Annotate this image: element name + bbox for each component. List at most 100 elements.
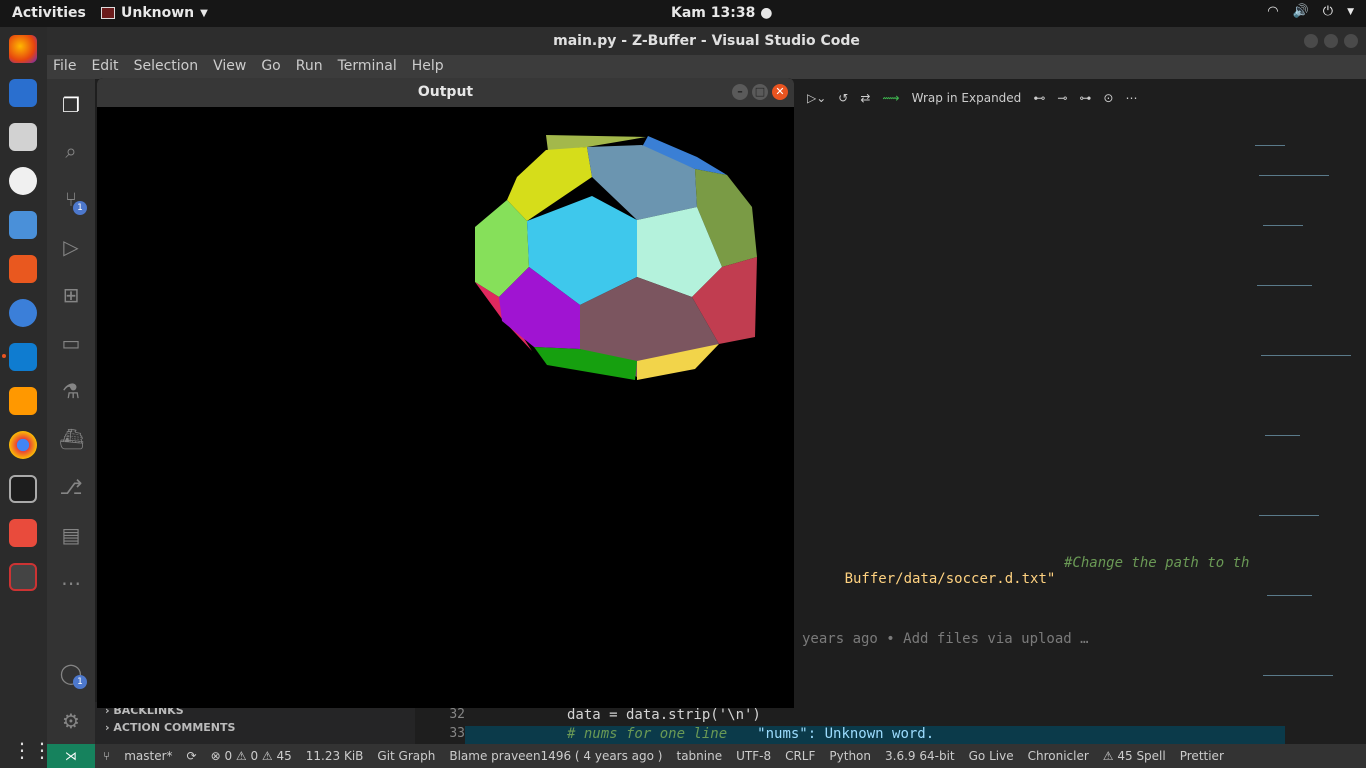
power-icon[interactable]: ⏻ — [1323, 4, 1333, 19]
interpreter-status[interactable]: 3.6.9 64-bit — [885, 749, 955, 763]
app-icon — [101, 7, 115, 19]
minimap-line — [1257, 285, 1312, 286]
wrap-in-expanded-button[interactable]: Wrap in Expanded — [912, 91, 1022, 105]
settings-tool-icon[interactable] — [9, 519, 37, 547]
docker-icon[interactable]: ⛴ — [59, 427, 84, 451]
git-graph-button[interactable]: Git Graph — [377, 749, 435, 763]
ubuntu-dock: ⋮⋮⋮ — [0, 27, 72, 768]
menu-help[interactable]: Help — [412, 55, 451, 79]
remote-explorer-icon[interactable]: ▭ — [59, 331, 83, 355]
testing-icon[interactable]: ⚗ — [59, 379, 83, 403]
more-icon[interactable]: ⋯ — [59, 571, 83, 595]
tabnine-status[interactable]: tabnine — [677, 749, 723, 763]
libreoffice-writer-icon[interactable] — [9, 211, 37, 239]
search-icon[interactable]: ⌕ — [59, 139, 83, 163]
eol-status[interactable]: CRLF — [785, 749, 815, 763]
code-line-path: Buffer/data/soccer.d.txt" — [794, 555, 1056, 603]
sublime-icon[interactable] — [9, 387, 37, 415]
minimap-line — [1259, 175, 1329, 176]
window-title: main.py - Z-Buffer - Visual Studio Code — [553, 33, 860, 49]
window-controls — [1304, 34, 1358, 48]
minimize-button[interactable] — [1304, 34, 1318, 48]
line-number-gutter: 32 33 — [415, 707, 465, 745]
chevron-down-icon: ▼ — [200, 7, 208, 19]
blame-status[interactable]: Blame praveen1496 ( 4 years ago ) — [449, 749, 662, 763]
encoding-status[interactable]: UTF-8 — [736, 749, 771, 763]
output-maximize-button[interactable]: □ — [752, 84, 768, 100]
output-window-icon[interactable] — [9, 563, 37, 591]
chronicler-button[interactable]: Chronicler — [1028, 749, 1089, 763]
output-minimize-button[interactable]: – — [732, 84, 748, 100]
file-size: 11.23 KiB — [305, 749, 364, 763]
minimap-line — [1259, 515, 1319, 516]
notes-icon[interactable]: ▤ — [59, 523, 83, 547]
wifi-icon[interactable]: ◠ — [1267, 4, 1278, 19]
rhythmbox-icon[interactable] — [9, 167, 37, 195]
vscode-icon[interactable] — [9, 343, 37, 371]
thunderbird-icon[interactable] — [9, 79, 37, 107]
inline-blame: years ago • Add files via upload … — [802, 631, 1089, 647]
chevron-down-icon[interactable]: ▼ — [1347, 7, 1354, 17]
go-live-button[interactable]: Go Live — [969, 749, 1014, 763]
run-file-icon[interactable]: ▷⌄ — [807, 91, 826, 105]
maximize-button[interactable] — [1324, 34, 1338, 48]
volume-icon[interactable]: 🔊 — [1293, 4, 1309, 19]
history-icon[interactable]: ↺ — [838, 91, 848, 105]
activities-button[interactable]: Activities — [12, 5, 86, 21]
minimap-line — [1255, 145, 1285, 146]
menu-go[interactable]: Go — [261, 55, 287, 79]
action-comments-label: ACTION COMMENTS — [113, 721, 236, 734]
chrome-icon[interactable] — [9, 431, 37, 459]
wrap-icon[interactable]: ⟿ — [882, 91, 899, 105]
action-comments-section[interactable]: › ACTION COMMENTS — [95, 719, 415, 736]
spell-status[interactable]: ⚠ 45 Spell — [1103, 749, 1166, 763]
more-actions-icon[interactable]: ⋯ — [1125, 91, 1137, 105]
help-icon[interactable] — [9, 299, 37, 327]
system-tray[interactable]: ◠ 🔊 ⏻ ▼ — [1267, 4, 1354, 19]
problems-status[interactable]: ⊗ 0 ⚠ 0 ⚠ 45 — [211, 749, 292, 763]
compare-icon[interactable]: ⇄ — [860, 91, 870, 105]
menu-selection[interactable]: Selection — [134, 55, 206, 79]
code-lines[interactable]: data = data.strip('\n') # nums for one l… — [465, 707, 1285, 745]
commit-icon[interactable]: ⊸ — [1057, 91, 1067, 105]
extensions-icon[interactable]: ⊞ — [59, 283, 83, 307]
accounts-badge: 1 — [73, 675, 87, 689]
terminal-icon[interactable] — [9, 475, 37, 503]
menu-edit[interactable]: Edit — [91, 55, 125, 79]
software-center-icon[interactable] — [9, 255, 37, 283]
prettier-status[interactable]: Prettier — [1180, 749, 1224, 763]
line-number: 32 — [449, 707, 465, 722]
commit-prev-icon[interactable]: ⊷ — [1033, 91, 1045, 105]
explorer-icon[interactable]: ❐ — [59, 93, 83, 117]
run-debug-icon[interactable]: ▷ — [59, 235, 83, 259]
menu-file[interactable]: File — [53, 55, 83, 79]
manage-gear-icon[interactable]: ⚙ — [59, 709, 83, 733]
scm-badge: 1 — [73, 201, 87, 215]
output-close-button[interactable]: ✕ — [772, 84, 788, 100]
status-bar: ⋊ ⑂ master* ⟳ ⊗ 0 ⚠ 0 ⚠ 45 11.23 KiB Git… — [47, 744, 1366, 768]
editor-area[interactable]: Buffer/data/soccer.d.txt" #Change the pa… — [802, 111, 1257, 744]
system-top-bar: Activities Unknown ▼ Kam 13:38 ● ◠ 🔊 ⏻ ▼ — [0, 0, 1366, 27]
clock[interactable]: Kam 13:38 ● — [671, 5, 772, 21]
git-branch[interactable]: master* — [124, 749, 172, 763]
git-graph-icon[interactable]: ⎇ — [59, 475, 83, 499]
close-button[interactable] — [1344, 34, 1358, 48]
minimap-line — [1263, 675, 1333, 676]
minimap-line — [1267, 595, 1312, 596]
language-status[interactable]: Python — [829, 749, 871, 763]
remote-indicator[interactable]: ⋊ — [47, 744, 95, 768]
window-title-bar: main.py - Z-Buffer - Visual Studio Code — [47, 27, 1366, 55]
output-title-bar[interactable]: Output – □ ✕ — [97, 78, 794, 107]
app-menu[interactable]: Unknown ▼ — [101, 5, 208, 21]
commit-next-icon[interactable]: ⊶ — [1079, 91, 1091, 105]
timeline-icon[interactable]: ⊙ — [1103, 91, 1113, 105]
menu-run[interactable]: Run — [296, 55, 330, 79]
sync-icon[interactable]: ⟳ — [187, 749, 197, 763]
side-panel-sections: › BACKLINKS › ACTION COMMENTS — [95, 702, 415, 744]
menu-terminal[interactable]: Terminal — [338, 55, 404, 79]
minimap[interactable] — [1253, 135, 1353, 745]
line-number: 33 — [449, 726, 465, 741]
files-icon[interactable] — [9, 123, 37, 151]
firefox-icon[interactable] — [9, 35, 37, 63]
menu-view[interactable]: View — [213, 55, 253, 79]
